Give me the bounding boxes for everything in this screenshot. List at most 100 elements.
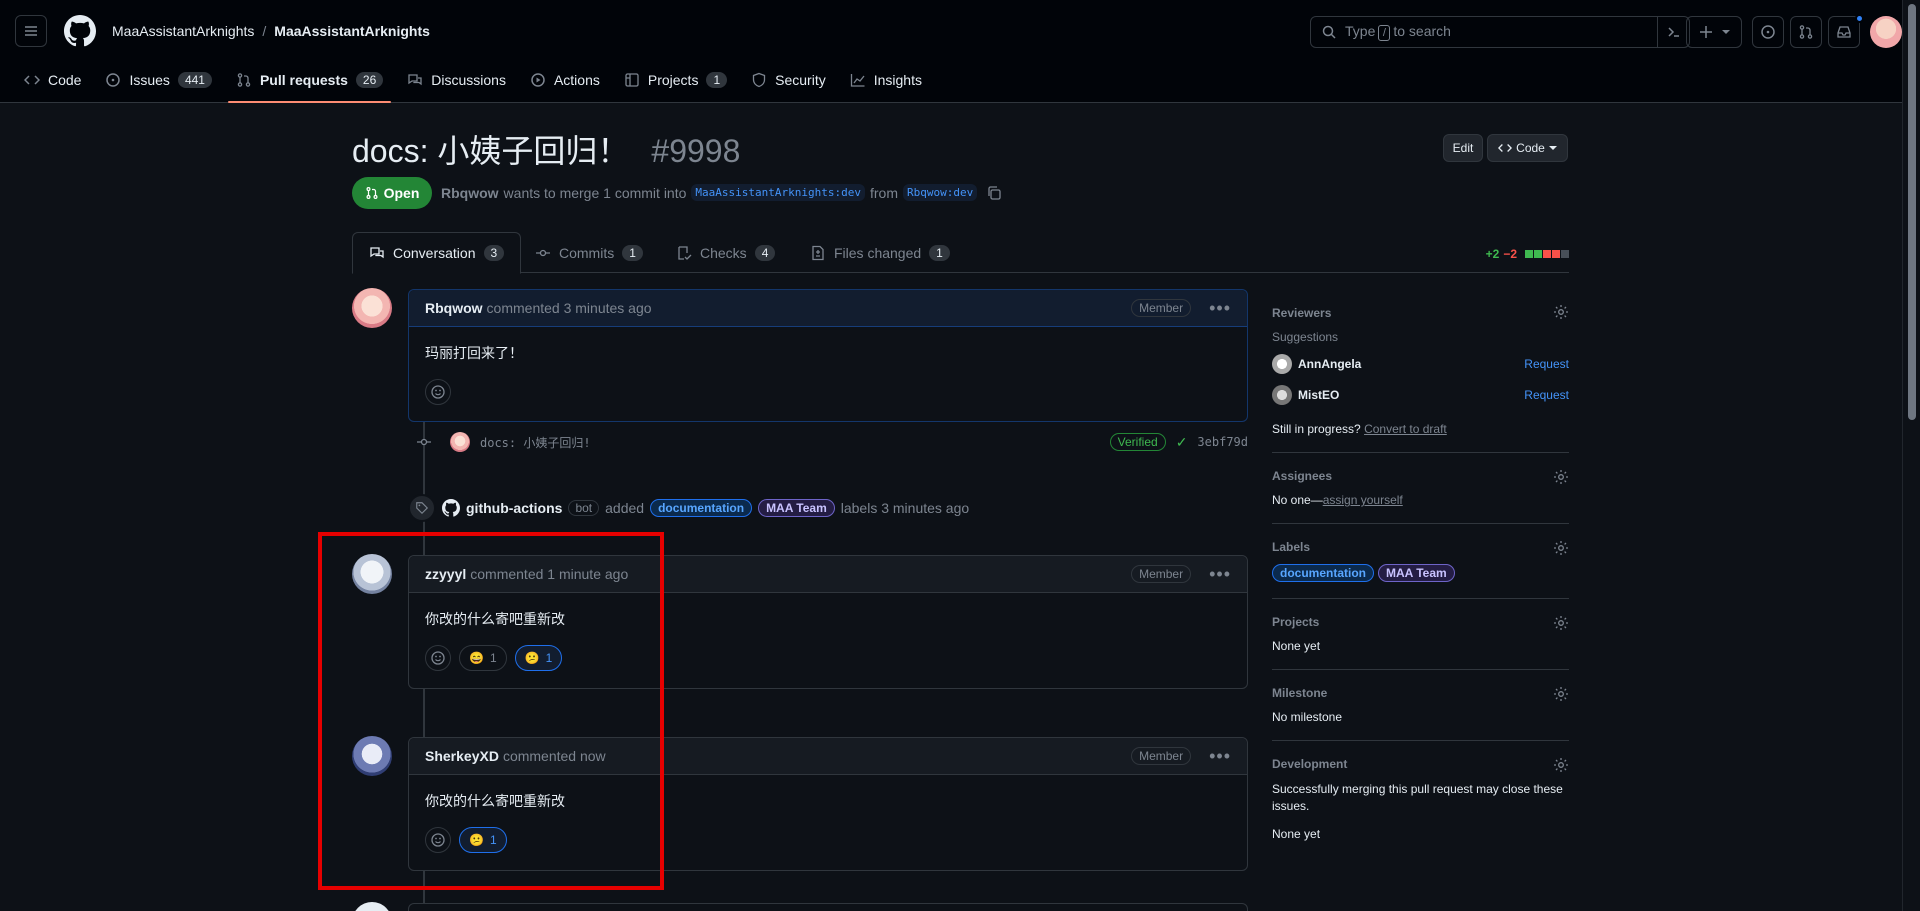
- tab-discussions-label: Discussions: [431, 72, 506, 88]
- development-text: Successfully merging this pull request m…: [1272, 782, 1563, 813]
- pull-request-icon: [236, 72, 252, 88]
- assignees-title: Assignees: [1272, 469, 1333, 483]
- tab-commits-label: Commits: [559, 244, 615, 261]
- event-actor[interactable]: github-actions: [466, 500, 562, 516]
- commit-message[interactable]: docs: 小姨子回归!: [480, 434, 591, 451]
- tab-projects-label: Projects: [647, 72, 699, 88]
- file-diff-icon: [810, 245, 826, 261]
- search-icon: [1321, 24, 1337, 40]
- code-dropdown-button[interactable]: Code: [1487, 134, 1568, 162]
- gear-icon[interactable]: [1553, 615, 1569, 634]
- gear-icon[interactable]: [1553, 540, 1569, 559]
- pull-requests-shortcut-button[interactable]: [1790, 16, 1822, 48]
- label-maa-team[interactable]: MAA Team: [758, 499, 835, 517]
- label-maa-team[interactable]: MAA Team: [1378, 564, 1455, 582]
- plus-icon: [1698, 24, 1714, 40]
- head-branch[interactable]: Rbqwow:dev: [902, 184, 978, 201]
- repo-nav: Code Issues 441 Pull requests 26 Discuss…: [16, 64, 938, 103]
- diffstat-bar: [1524, 250, 1569, 258]
- gear-icon[interactable]: [1553, 469, 1569, 488]
- page-scrollbar[interactable]: [1902, 0, 1920, 911]
- convert-to-draft-link[interactable]: Convert to draft: [1364, 422, 1447, 436]
- tab-insights[interactable]: Insights: [842, 64, 930, 96]
- assign-yourself-link[interactable]: assign yourself: [1323, 493, 1403, 507]
- edit-title-button[interactable]: Edit: [1443, 134, 1483, 162]
- avatar[interactable]: [1272, 354, 1292, 374]
- comment: [408, 903, 1248, 911]
- checklist-icon: [676, 245, 692, 261]
- tab-commits[interactable]: Commits 1: [519, 232, 659, 273]
- search-placeholder: Type / to search: [1345, 23, 1451, 41]
- issues-shortcut-button[interactable]: [1752, 16, 1784, 48]
- projects-value: None yet: [1272, 639, 1321, 653]
- command-palette-button[interactable]: [1657, 16, 1689, 48]
- labels-title: Labels: [1272, 540, 1311, 554]
- event-action: added: [605, 500, 645, 516]
- copy-icon[interactable]: [986, 185, 1002, 201]
- role-badge: Member: [1131, 565, 1192, 583]
- user-avatar[interactable]: [1870, 16, 1902, 48]
- kebab-horizontal-icon[interactable]: •••: [1209, 298, 1231, 319]
- search-input[interactable]: Type / to search: [1310, 16, 1690, 48]
- commit-sha[interactable]: 3ebf79d: [1197, 435, 1248, 449]
- pr-meta: Rbqwow wants to merge 1 commit into MaaA…: [441, 184, 1002, 201]
- assignees-value: No one—assign yourself: [1272, 493, 1569, 507]
- gear-icon[interactable]: [1553, 757, 1569, 776]
- kebab-horizontal-icon[interactable]: •••: [1209, 564, 1231, 585]
- tab-security-label: Security: [775, 72, 826, 88]
- tab-actions[interactable]: Actions: [522, 64, 608, 96]
- diffstat: +2 −2: [1486, 247, 1569, 261]
- scrollbar-thumb[interactable]: [1908, 4, 1916, 420]
- role-badge: Member: [1131, 299, 1192, 317]
- breadcrumb-repo[interactable]: MaaAssistantArknights: [274, 23, 430, 39]
- status-badge: Open: [352, 177, 432, 209]
- comment-text: 玛丽打回来了！: [425, 345, 523, 361]
- avatar[interactable]: [352, 288, 392, 328]
- tab-conversation[interactable]: Conversation 3: [352, 232, 522, 274]
- discussion-icon: [407, 72, 423, 88]
- issue-opened-icon: [1760, 24, 1776, 40]
- pr-meta-text: wants to merge 1 commit into: [503, 184, 687, 201]
- add-reaction-button[interactable]: [425, 379, 451, 405]
- menu-button[interactable]: [15, 15, 47, 47]
- graph-icon: [850, 72, 866, 88]
- label-documentation[interactable]: documentation: [1272, 564, 1374, 582]
- verified-badge[interactable]: Verified: [1109, 433, 1166, 451]
- label-documentation[interactable]: documentation: [650, 499, 753, 517]
- github-logo-icon[interactable]: [64, 15, 96, 47]
- reviewer-name[interactable]: AnnAngela: [1298, 357, 1361, 371]
- diffstat-deletions: −2: [1503, 247, 1517, 261]
- comment-author[interactable]: Rbqwow: [425, 300, 483, 316]
- gear-icon[interactable]: [1553, 304, 1569, 323]
- avatar[interactable]: [450, 432, 470, 452]
- tab-security[interactable]: Security: [743, 64, 834, 96]
- kebab-horizontal-icon[interactable]: •••: [1209, 746, 1231, 767]
- git-commit-icon: [416, 434, 432, 450]
- milestone-section: Milestone No milestone: [1272, 670, 1569, 741]
- gear-icon[interactable]: [1553, 686, 1569, 705]
- breadcrumb-owner[interactable]: MaaAssistantArknights: [112, 23, 254, 39]
- tab-issues[interactable]: Issues 441: [97, 64, 220, 96]
- tab-projects[interactable]: Projects 1: [616, 64, 735, 96]
- draft-prompt: Still in progress? Convert to draft: [1272, 422, 1569, 436]
- pr-tab-bar: Conversation 3 Commits 1 Checks 4 Files …: [352, 232, 1569, 274]
- base-branch[interactable]: MaaAssistantArknights:dev: [691, 184, 865, 201]
- tab-code[interactable]: Code: [16, 64, 89, 96]
- pr-author-link[interactable]: Rbqwow: [441, 185, 499, 201]
- files-changed-counter: 1: [929, 244, 950, 261]
- reviewers-section: Reviewers Suggestions AnnAngela Request …: [1272, 288, 1569, 453]
- create-new-button[interactable]: [1686, 16, 1742, 48]
- request-review-button[interactable]: Request: [1524, 357, 1569, 371]
- tab-files-changed[interactable]: Files changed 1: [794, 232, 966, 273]
- tag-icon: [408, 494, 436, 522]
- request-review-button[interactable]: Request: [1524, 388, 1569, 402]
- reviewer-name[interactable]: MistEO: [1298, 388, 1339, 402]
- label-event: github-actions bot added documentation M…: [408, 494, 969, 522]
- projects-counter: 1: [706, 72, 728, 88]
- tab-checks[interactable]: Checks 4: [660, 232, 791, 273]
- tab-discussions[interactable]: Discussions: [399, 64, 514, 96]
- pr-meta-from: from: [869, 184, 898, 201]
- avatar[interactable]: [352, 902, 392, 911]
- tab-pull-requests[interactable]: Pull requests 26: [227, 64, 392, 103]
- avatar[interactable]: [1272, 385, 1292, 405]
